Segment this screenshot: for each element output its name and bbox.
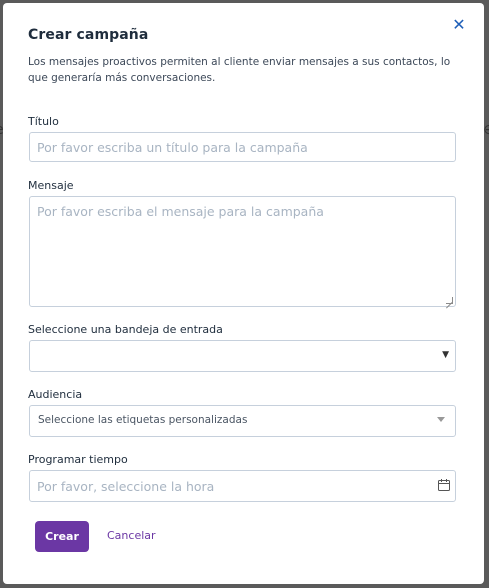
message-field-wrapper (29, 196, 456, 307)
audience-multiselect[interactable]: Seleccione las etiquetas personalizadas (29, 405, 456, 437)
dropdown-caret-icon: ▼ (442, 350, 449, 360)
schedule-input[interactable] (30, 471, 455, 501)
inbox-label: Seleccione una bandeja de entrada (28, 323, 223, 336)
message-label: Mensaje (28, 179, 74, 192)
cancel-button[interactable]: Cancelar (107, 529, 156, 542)
title-label: Título (28, 115, 59, 128)
create-button[interactable]: Crear (35, 521, 89, 552)
calendar-icon[interactable] (438, 479, 450, 491)
inbox-select[interactable]: ▼ (29, 340, 456, 372)
modal-title: Crear campaña (28, 27, 149, 43)
title-input[interactable] (30, 133, 455, 161)
message-textarea[interactable] (30, 197, 455, 306)
resize-handle-icon[interactable] (446, 297, 453, 304)
modal-description: Los mensajes proactivos permiten al clie… (28, 56, 451, 84)
title-field-wrapper (29, 132, 456, 162)
audience-label: Audiencia (28, 388, 83, 401)
audience-placeholder: Seleccione las etiquetas personalizadas (38, 414, 248, 426)
close-icon[interactable]: ✕ (449, 15, 469, 35)
chevron-down-icon (437, 417, 445, 422)
schedule-label: Programar tiempo (28, 453, 128, 466)
create-campaign-modal: ✕ Crear campaña Los mensajes proactivos … (3, 3, 484, 584)
schedule-field-wrapper (29, 470, 456, 502)
